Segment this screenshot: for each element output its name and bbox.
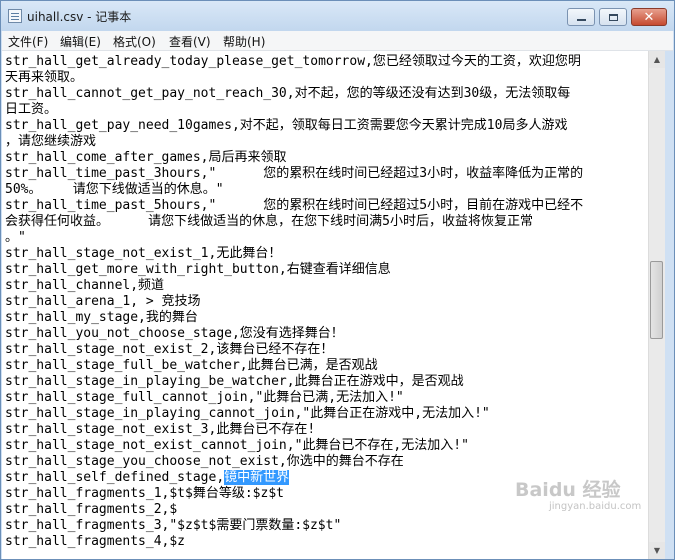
text-line: str_hall_stage_you_choose_not_exist,你选中的… — [5, 454, 404, 469]
text-line: str_hall_time_past_3hours," 您的累积在线时间已经超过… — [5, 166, 584, 181]
menu-bar: 文件(F) 编辑(E) 格式(O) 查看(V) 帮助(H) — [2, 31, 673, 51]
menu-view[interactable]: 查看(V) — [169, 33, 211, 50]
menu-file[interactable]: 文件(F) — [8, 33, 48, 50]
maximize-button[interactable] — [599, 8, 627, 26]
minimize-icon — [576, 19, 586, 21]
text-line: str_hall_channel,频道 — [5, 278, 165, 293]
notepad-window: uihall.csv - 记事本 ✕ 文件(F) 编辑(E) 格式(O) 查看(… — [0, 0, 675, 560]
text-line: str_hall_get_pay_need_10games,对不起，领取每日工资… — [5, 118, 568, 133]
text-line: str_hall_stage_not_exist_3,此舞台已不存在! — [5, 422, 316, 437]
text-line: ，请您继续游戏 — [5, 134, 97, 149]
menu-format[interactable]: 格式(O) — [113, 33, 156, 50]
notepad-app-icon[interactable] — [8, 9, 22, 23]
vertical-scrollbar[interactable]: ▲ ▼ — [648, 51, 665, 559]
window-title: uihall.csv - 记事本 — [27, 10, 132, 24]
selected-text[interactable]: 镜中新世界 — [224, 470, 290, 485]
close-button[interactable]: ✕ — [631, 8, 667, 26]
text-line: str_hall_get_more_with_right_button,右键查看… — [5, 262, 391, 277]
text-line: str_hall_you_not_choose_stage,您没有选择舞台！ — [5, 326, 344, 341]
maximize-icon — [608, 13, 618, 21]
text-line: str_hall_my_stage,我的舞台 — [5, 310, 198, 325]
text-line: str_hall_fragments_4,$z — [5, 534, 186, 549]
minimize-button[interactable] — [567, 8, 595, 26]
scrollbar-thumb[interactable] — [650, 261, 663, 339]
title-bar[interactable]: uihall.csv - 记事本 ✕ — [1, 1, 674, 31]
text-line: str_hall_fragments_3,"$z$t$需要门票数量:$z$t" — [5, 518, 342, 533]
text-line: str_hall_stage_not_exist_2,该舞台已经不存在！ — [5, 342, 334, 357]
text-line: str_hall_cannot_get_pay_not_reach_30,对不起… — [5, 86, 571, 101]
text-line-with-selection: str_hall_self_defined_stage,镜中新世界 — [5, 470, 290, 486]
scroll-down-button[interactable]: ▼ — [649, 542, 665, 559]
close-icon: ✕ — [643, 9, 655, 25]
text-line: str_hall_stage_not_exist_cannot_join,"此舞… — [5, 438, 469, 453]
scroll-up-arrow-icon: ▲ — [653, 55, 661, 64]
text-line: 天再来领取。 — [5, 70, 84, 85]
text-line: str_hall_get_already_today_please_get_to… — [5, 54, 581, 69]
text-line-prefix: str_hall_self_defined_stage, — [5, 470, 225, 485]
text-line: 日工资。 — [5, 102, 58, 117]
menu-help[interactable]: 帮助(H) — [223, 33, 265, 50]
text-line: str_hall_stage_in_playing_be_watcher,此舞台… — [5, 374, 464, 389]
text-line: str_hall_stage_full_be_watcher,此舞台已满，是否观… — [5, 358, 378, 373]
text-line: str_hall_come_after_games,局后再来领取 — [5, 150, 287, 165]
text-line: 会获得任何收益。 请您下线做适当的休息，在您下线时间满5小时后，收益将恢复正常 — [5, 214, 533, 229]
text-line: 。" — [5, 230, 26, 245]
scroll-down-arrow-icon: ▼ — [653, 546, 661, 555]
text-line: str_hall_stage_in_playing_cannot_join,"此… — [5, 406, 490, 421]
scroll-up-button[interactable]: ▲ — [649, 51, 665, 68]
text-line: 50%。 请您下线做适当的休息。" — [5, 182, 224, 197]
watermark-url: jingyan.baidu.com — [549, 501, 642, 512]
text-line: str_hall_time_past_5hours," 您的累积在线时间已经超过… — [5, 198, 584, 213]
text-line: str_hall_stage_not_exist_1,无此舞台！ — [5, 246, 282, 261]
menu-edit[interactable]: 编辑(E) — [60, 33, 101, 50]
text-line: str_hall_arena_1, > 竞技场 — [5, 294, 201, 309]
baidu-watermark: Baidu 经验 — [515, 479, 621, 501]
text-line: str_hall_fragments_2,$ — [5, 502, 178, 517]
text-line: str_hall_fragments_1,$t$舞台等级:$z$t — [5, 486, 284, 501]
text-line: str_hall_stage_full_cannot_join,"此舞台已满,无… — [5, 390, 404, 405]
